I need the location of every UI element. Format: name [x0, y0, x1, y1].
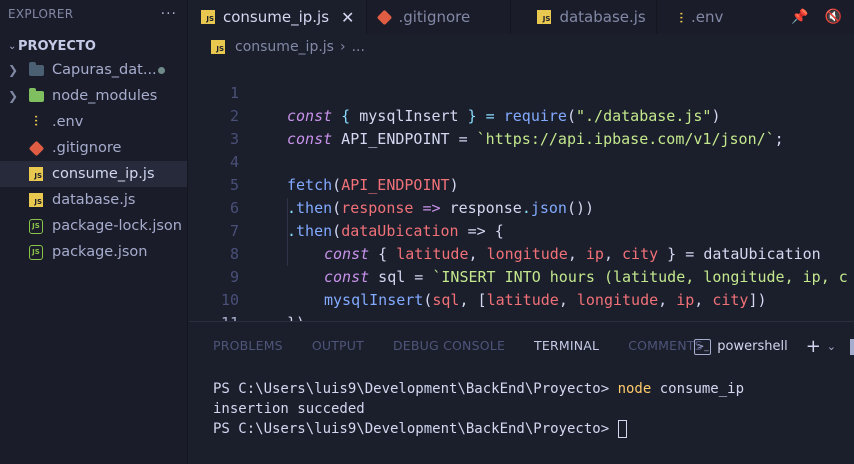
git-icon: [377, 8, 393, 27]
chevron-down-icon: ⌄: [8, 40, 17, 52]
chevron-right-icon: ❯: [8, 63, 19, 77]
tree-item-label: package.json: [52, 244, 148, 260]
tree-item-env[interactable]: ⫶ .env: [0, 109, 187, 135]
tab-label: .env: [690, 8, 724, 26]
js-file-icon: JS: [201, 10, 215, 24]
chevron-down-icon[interactable]: ⌄: [827, 340, 836, 353]
code-line: 7 const { latitude, longitude, ip, city …: [189, 197, 854, 263]
project-folder-label: PROYECTO: [18, 38, 96, 54]
breadcrumb-file[interactable]: consume_ip.js: [235, 39, 334, 55]
code-line: 6 .then(dataUbication => {: [189, 174, 854, 240]
tab-label: .gitignore: [398, 8, 471, 26]
tree-item-node-modules[interactable]: ❯ node_modules: [0, 83, 187, 109]
code-line: 2 const API_ENDPOINT = `https://api.ipba…: [189, 82, 854, 148]
tree-item-consume-ip[interactable]: JS consume_ip.js: [0, 161, 187, 187]
code-line: 3: [189, 105, 854, 148]
js-file-icon: JS: [537, 10, 552, 24]
editor-tabs: JS consume_ip.js ✕ .gitignore JS databas…: [189, 0, 854, 34]
breadcrumb-separator: ›: [339, 38, 346, 55]
terminal-output[interactable]: PS C:\Users\luis9\Development\BackEnd\Pr…: [213, 379, 744, 439]
tree-item-label: .gitignore: [52, 140, 122, 156]
nodejs-icon: JS: [28, 218, 44, 234]
tree-item-label: .env: [52, 114, 84, 130]
code-editor[interactable]: 1 const { mysqlInsert } = require("./dat…: [189, 59, 854, 321]
tree-item-label: consume_ip.js: [52, 166, 155, 182]
js-file-icon: JS: [28, 167, 44, 181]
breadcrumb: JS consume_ip.js › ...: [189, 34, 854, 59]
tab-problems[interactable]: PROBLEMS: [213, 338, 283, 353]
tree-item-label: database.js: [52, 192, 136, 208]
tree-item-capturas[interactable]: ❯ Capuras_dat...: [0, 57, 187, 83]
terminal-prompt: PS C:\Users\luis9\Development\BackEnd\Pr…: [213, 421, 618, 437]
explorer-header: EXPLORER ···: [0, 0, 187, 28]
js-file-icon: JS: [211, 39, 225, 54]
terminal-output-line: insertion succeded: [213, 401, 365, 417]
tab-output[interactable]: OUTPUT: [312, 338, 364, 353]
settings-file-icon: ⫶: [679, 10, 683, 27]
folder-icon: [28, 61, 44, 77]
tree-item-label: package-lock.json: [52, 218, 182, 234]
terminal-prompt: PS C:\Users\luis9\Development\BackEnd\Pr…: [213, 381, 618, 397]
code-line: 9 mysqlInsert(sql, [latitude, longitude,…: [189, 243, 854, 309]
code-line: 10 }): [189, 266, 854, 321]
close-icon[interactable]: ✕: [341, 8, 354, 27]
tab-gitignore[interactable]: .gitignore: [367, 0, 512, 34]
git-icon: [28, 140, 44, 156]
tab-env[interactable]: ⫶ .env: [657, 0, 747, 34]
js-file-icon: JS: [28, 193, 44, 207]
modified-dot-icon: [158, 67, 165, 74]
tab-terminal[interactable]: TERMINAL: [534, 338, 599, 353]
tree-item-database[interactable]: JS database.js: [0, 187, 187, 213]
project-folder[interactable]: ⌄ PROYECTO: [0, 35, 187, 57]
code-line: 8 const sql = `INSERT INTO hours (latitu…: [189, 220, 854, 286]
terminal-icon: >_: [694, 338, 712, 355]
code-line: 1 const { mysqlInsert } = require("./dat…: [189, 59, 854, 125]
code-text: }): [287, 312, 305, 321]
tab-actions: 📌 🔇: [791, 0, 842, 34]
tree-item-label: node_modules: [52, 88, 158, 104]
explorer-title: EXPLORER: [8, 7, 74, 21]
tab-comments[interactable]: COMMENTS: [628, 338, 703, 353]
code-line: 5 .then(response => response.json()): [189, 151, 854, 217]
panel-actions: >_ powershell + ⌄: [694, 336, 854, 357]
tree-item-label: Capuras_dat...: [52, 62, 157, 78]
tree-item-package-lock[interactable]: JS package-lock.json: [0, 213, 187, 239]
tree-item-gitignore[interactable]: .gitignore: [0, 135, 187, 161]
tab-database[interactable]: JS database.js: [511, 0, 658, 34]
tab-label: consume_ip.js: [223, 8, 330, 26]
terminal-arg: consume_ip: [651, 381, 745, 397]
tree-item-package[interactable]: JS package.json: [0, 239, 187, 265]
mute-icon[interactable]: 🔇: [825, 9, 842, 25]
pin-icon[interactable]: 📌: [791, 9, 808, 25]
code-line: 11 + .catch(err => console.error(err)): [189, 289, 854, 321]
tab-debug-console[interactable]: DEBUG CONSOLE: [393, 338, 505, 353]
breadcrumb-symbol[interactable]: ...: [352, 39, 365, 55]
more-actions-icon[interactable]: ···: [161, 6, 177, 22]
chevron-right-icon: ❯: [8, 89, 19, 103]
tab-consume-ip[interactable]: JS consume_ip.js ✕: [189, 0, 368, 34]
tab-label: database.js: [559, 8, 646, 26]
explorer-sidebar: EXPLORER ··· ⌄ PROYECTO ❯ Capuras_dat...…: [0, 0, 188, 464]
nodejs-icon: JS: [28, 244, 44, 260]
terminal-cursor: [617, 420, 627, 438]
terminal-command: node: [617, 381, 652, 397]
new-terminal-icon[interactable]: +: [806, 336, 821, 357]
bottom-panel: PROBLEMS OUTPUT DEBUG CONSOLE TERMINAL C…: [189, 321, 854, 464]
shell-label[interactable]: powershell: [717, 339, 787, 354]
code-line: 4 fetch(API_ENDPOINT): [189, 128, 854, 194]
line-number: 11: [215, 312, 239, 321]
node-folder-icon: [28, 87, 44, 103]
settings-file-icon: ⫶: [34, 114, 38, 130]
split-terminal-icon[interactable]: [850, 338, 854, 355]
